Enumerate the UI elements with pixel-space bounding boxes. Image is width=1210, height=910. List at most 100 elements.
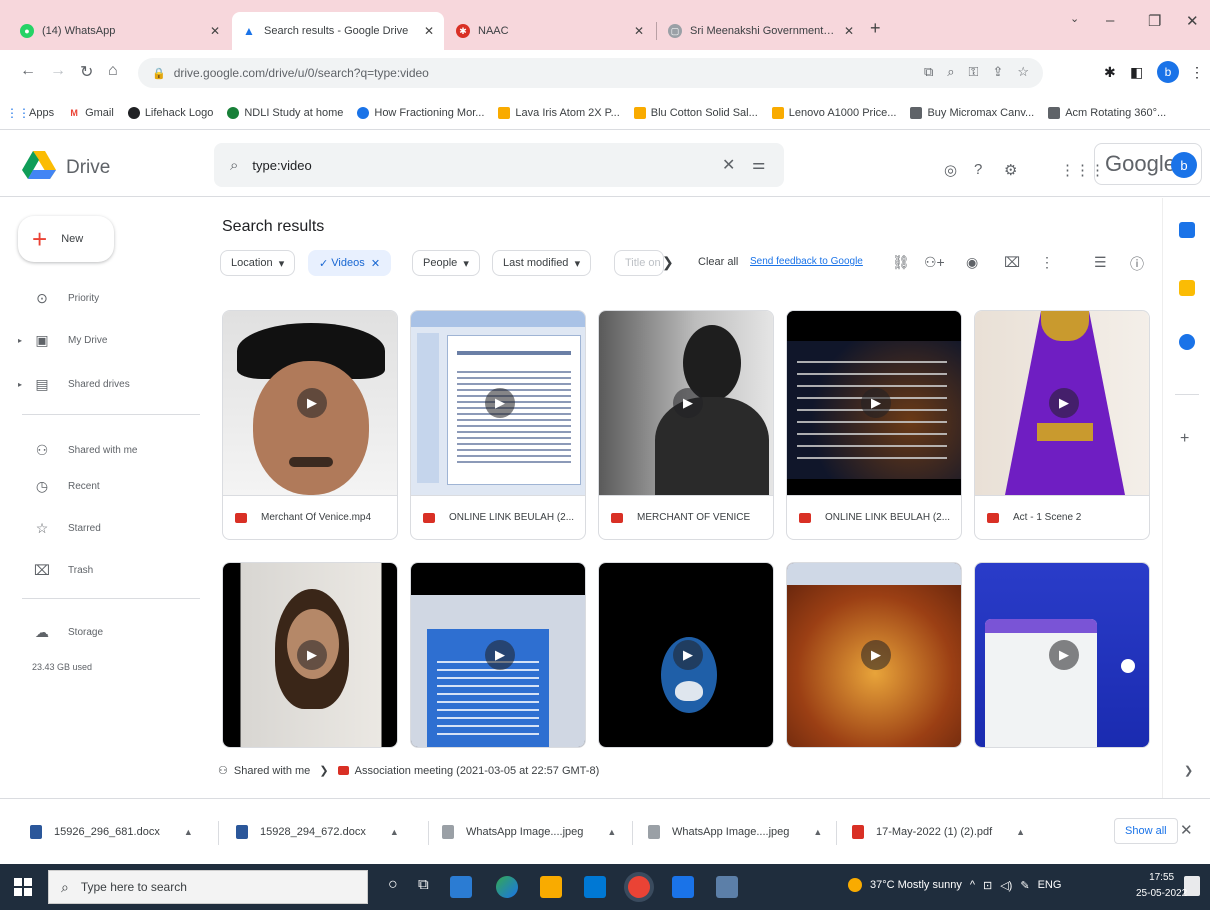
edge-browser-icon[interactable] <box>496 876 518 898</box>
photos-app-icon[interactable] <box>672 876 694 898</box>
tasks-icon[interactable] <box>1179 334 1195 350</box>
download-item[interactable]: WhatsApp Image....jpeg ▲ <box>442 819 616 845</box>
sidebar-item-my-drive[interactable]: ▸ ▣ My Drive <box>18 332 107 349</box>
bookmark-acm[interactable]: Acm Rotating 360°... <box>1048 106 1166 119</box>
network-icon[interactable]: ⊡ <box>983 879 992 892</box>
file-explorer-icon[interactable] <box>540 876 562 898</box>
tab-sri-meenakshi[interactable]: ▢ Sri Meenakshi Government Arts ✕ <box>658 12 864 50</box>
file-card[interactable]: ▶ <box>974 562 1150 748</box>
chevron-up-icon[interactable]: ▲ <box>1016 827 1025 837</box>
sidebar-item-starred[interactable]: ☆ Starred <box>18 520 101 537</box>
close-window-icon[interactable]: ✕ <box>1186 12 1199 30</box>
file-card[interactable]: ▶ <box>410 562 586 748</box>
download-item[interactable]: 17-May-2022 (1) (2).pdf ▲ <box>852 819 1025 845</box>
sidebar-item-shared-with-me[interactable]: ⚇ Shared with me <box>18 442 138 459</box>
bookmark-lava[interactable]: Lava Iris Atom 2X P... <box>498 106 620 119</box>
calendar-icon[interactable] <box>1179 222 1195 238</box>
drive-search-bar[interactable]: ⌕ ✕ ⚌ <box>214 143 784 187</box>
play-icon[interactable]: ▶ <box>1049 640 1079 670</box>
copy-link-icon[interactable]: ⛓ <box>892 254 910 271</box>
bookmark-ndli[interactable]: NDLI Study at home <box>227 106 343 119</box>
search-input[interactable] <box>252 157 673 173</box>
keep-icon[interactable] <box>1179 280 1195 296</box>
filter-people-chip[interactable]: People ▾ <box>412 250 480 276</box>
tab-whatsapp[interactable]: ● (14) WhatsApp ✕ <box>10 12 230 50</box>
play-icon[interactable]: ▶ <box>297 640 327 670</box>
send-feedback-link[interactable]: Send feedback to Google <box>750 256 863 267</box>
pen-icon[interactable]: ✎ <box>1020 879 1029 892</box>
download-item[interactable]: WhatsApp Image....jpeg ▲ <box>648 819 822 845</box>
back-arrow-icon[interactable]: ← <box>20 62 36 80</box>
sidebar-item-priority[interactable]: ⊙ Priority <box>18 290 99 307</box>
tray-chevron-icon[interactable]: ^ <box>970 879 975 891</box>
tab-google-drive[interactable]: ▲ Search results - Google Drive ✕ <box>232 12 444 50</box>
bookmark-apps[interactable]: ⋮⋮ Apps <box>6 106 54 120</box>
language-indicator[interactable]: ENG <box>1038 879 1062 891</box>
play-icon[interactable]: ▶ <box>485 640 515 670</box>
cortana-icon[interactable]: ○ <box>388 876 398 894</box>
new-tab-plus-icon[interactable]: + <box>870 18 881 39</box>
forward-arrow-icon[interactable]: → <box>50 62 66 80</box>
chevron-up-icon[interactable]: ▲ <box>813 827 822 837</box>
volume-icon[interactable]: ◁) <box>1000 879 1012 892</box>
file-card[interactable]: ▶ <box>598 562 774 748</box>
search-icon[interactable]: ⌕ <box>230 157 238 174</box>
bookmark-micromax[interactable]: Buy Micromax Canv... <box>910 106 1034 119</box>
clear-search-icon[interactable]: ✕ <box>722 155 735 175</box>
windows-start-icon[interactable] <box>14 878 32 896</box>
delete-icon[interactable]: ⌧ <box>1004 254 1020 271</box>
bookmark-star-icon[interactable]: ☆ <box>1017 64 1029 80</box>
expand-caret-icon[interactable]: ▸ <box>18 380 28 389</box>
sidebar-item-shared-drives[interactable]: ▸ ▤ Shared drives <box>18 376 130 393</box>
close-tab-icon[interactable]: ✕ <box>844 24 854 38</box>
play-icon[interactable]: ▶ <box>1049 388 1079 418</box>
download-item[interactable]: 15926_296_681.docx ▲ <box>30 819 193 845</box>
offline-status-icon[interactable]: ◎ <box>944 161 957 179</box>
filter-videos-chip[interactable]: ✓ Videos ✕ <box>308 250 392 276</box>
store-app-icon[interactable] <box>450 876 472 898</box>
file-card[interactable]: ▶ Merchant Of Venice.mp4 <box>222 310 398 540</box>
sidebar-item-recent[interactable]: ◷ Recent <box>18 478 100 495</box>
taskbar-clock[interactable]: 17:55 25-05-2022 <box>1136 870 1187 902</box>
play-icon[interactable]: ▶ <box>673 640 703 670</box>
mail-app-icon[interactable] <box>584 876 606 898</box>
remove-filter-icon[interactable]: ✕ <box>371 257 380 270</box>
chevron-up-icon[interactable]: ▲ <box>390 827 399 837</box>
zoom-icon[interactable]: ⌕ <box>947 64 954 80</box>
share-icon[interactable]: ⇪ <box>992 64 1003 80</box>
minimize-icon[interactable]: – <box>1106 12 1114 29</box>
chrome-menu-icon[interactable]: ⋮ <box>1190 64 1204 81</box>
address-bar[interactable]: 🔒 drive.google.com/drive/u/0/search?q=ty… <box>138 58 1043 88</box>
side-panel-icon[interactable]: ◧ <box>1130 64 1143 81</box>
open-in-app-icon[interactable]: ⧉ <box>924 64 933 80</box>
drive-app-name[interactable]: Drive <box>66 157 110 179</box>
weather-text[interactable]: 37°C Mostly sunny <box>870 879 962 891</box>
file-card[interactable]: ▶ <box>786 562 962 748</box>
clear-all-link[interactable]: Clear all <box>698 256 738 268</box>
download-item[interactable]: 15928_294_672.docx ▲ <box>236 819 399 845</box>
file-card[interactable]: ▶ <box>222 562 398 748</box>
close-tab-icon[interactable]: ✕ <box>210 24 220 38</box>
file-card[interactable]: ▶ Act - 1 Scene 2 <box>974 310 1150 540</box>
bookmark-fractioning[interactable]: How Fractioning Mor... <box>357 106 484 119</box>
breadcrumb-root[interactable]: Shared with me <box>234 765 310 777</box>
task-view-icon[interactable]: ⧉ <box>418 876 429 893</box>
help-icon[interactable]: ? <box>974 161 982 178</box>
file-card[interactable]: ▶ MERCHANT OF VENICE <box>598 310 774 540</box>
drive-logo-icon[interactable] <box>22 151 56 179</box>
play-icon[interactable]: ▶ <box>861 640 891 670</box>
list-view-icon[interactable]: ☰ <box>1094 254 1107 271</box>
info-icon[interactable]: ⓘ <box>1130 254 1144 274</box>
account-avatar[interactable]: b <box>1171 152 1197 178</box>
filter-title-chip[interactable]: Title on <box>614 250 664 276</box>
play-icon[interactable]: ▶ <box>673 388 703 418</box>
more-actions-icon[interactable]: ⋮ <box>1040 254 1054 271</box>
tab-search-chevron-icon[interactable]: ⌄ <box>1070 12 1079 25</box>
get-addons-plus-icon[interactable]: + <box>1180 430 1189 448</box>
add-people-icon[interactable]: ⚇+ <box>924 254 945 271</box>
close-tab-icon[interactable]: ✕ <box>634 24 644 38</box>
tab-naac[interactable]: ✱ NAAC ✕ <box>446 12 654 50</box>
bookmark-gmail[interactable]: M Gmail <box>68 107 113 119</box>
bookmark-blu-cotton[interactable]: Blu Cotton Solid Sal... <box>633 106 758 119</box>
file-card[interactable]: ▶ ONLINE LINK BEULAH (2... <box>786 310 962 540</box>
